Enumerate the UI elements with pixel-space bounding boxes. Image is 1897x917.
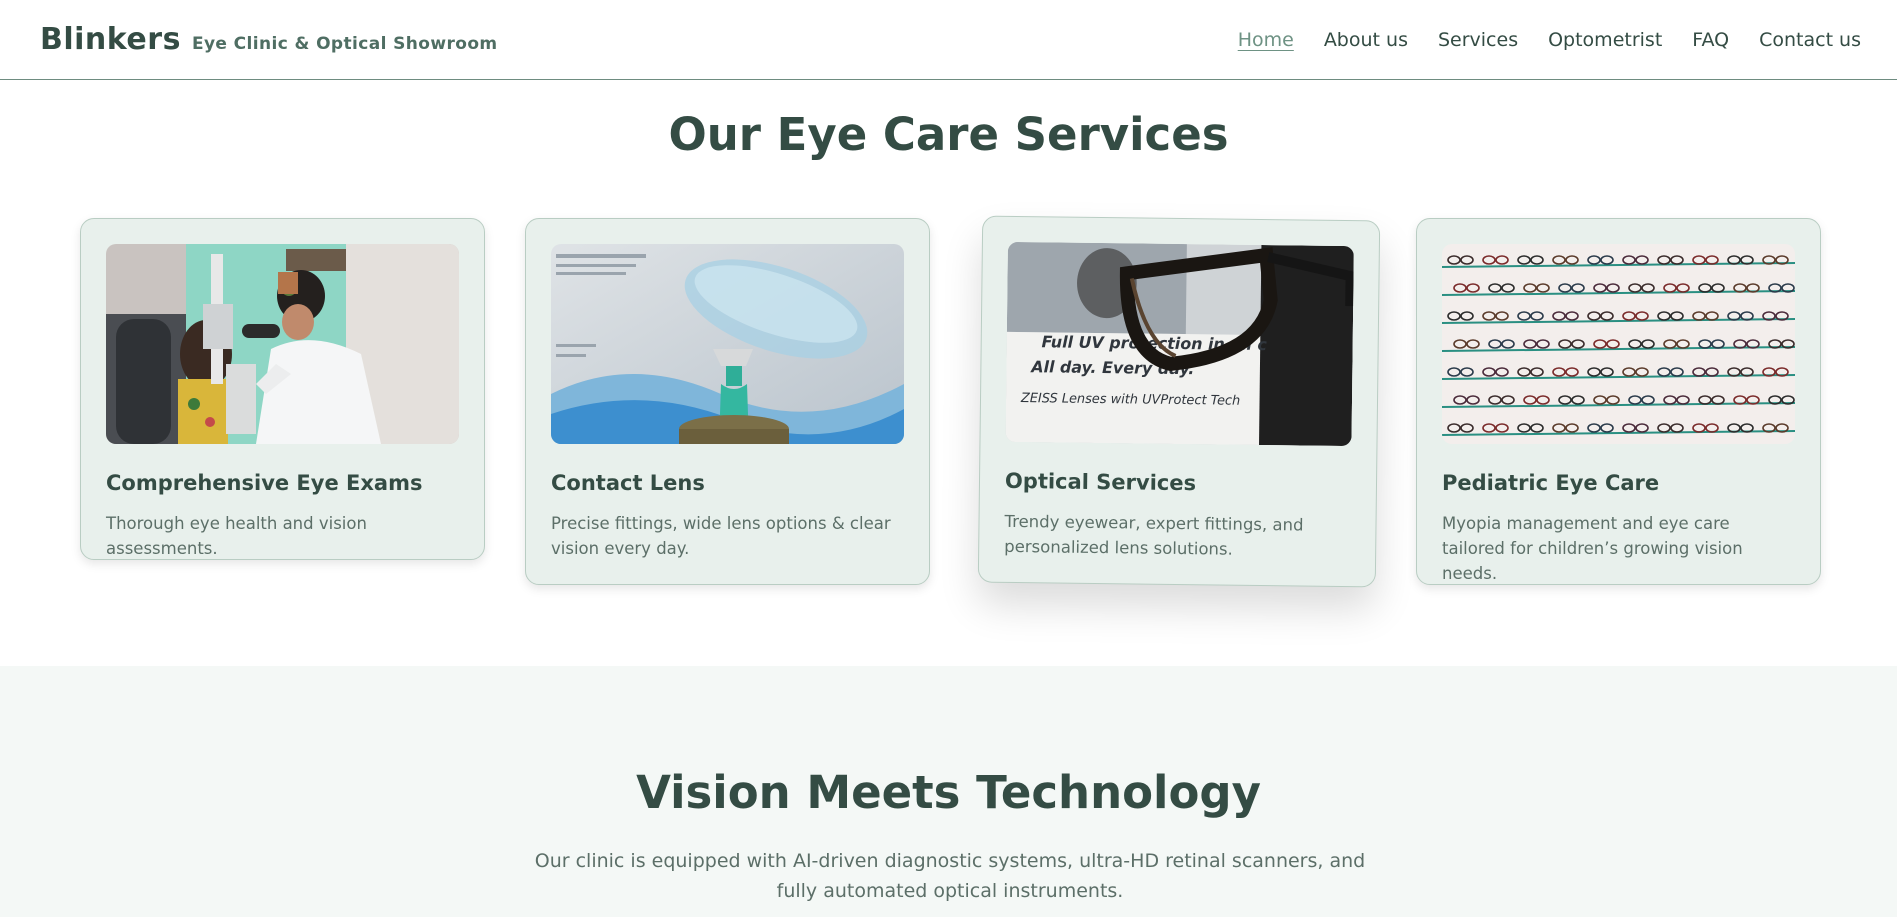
contact-lens-photo bbox=[551, 244, 904, 444]
service-card-pediatric[interactable]: Pediatric Eye Care Myopia management and… bbox=[1416, 218, 1821, 585]
service-card-title: Pediatric Eye Care bbox=[1442, 471, 1660, 495]
main-nav: Home About us Services Optometrist FAQ C… bbox=[1238, 29, 1861, 51]
technology-title: Vision Meets Technology bbox=[636, 766, 1261, 819]
nav-home[interactable]: Home bbox=[1238, 29, 1294, 51]
service-card-optical-services[interactable]: Full UV protection in all c All day. Eve… bbox=[977, 215, 1381, 588]
technology-section: Vision Meets Technology Our clinic is eq… bbox=[0, 666, 1897, 917]
nav-faq[interactable]: FAQ bbox=[1692, 29, 1729, 51]
service-card-text: Precise fittings, wide lens options & cl… bbox=[551, 514, 891, 558]
nav-optometrist[interactable]: Optometrist bbox=[1548, 29, 1662, 51]
service-card-title: Comprehensive Eye Exams bbox=[106, 471, 423, 495]
service-card-text: Myopia management and eye care tailored … bbox=[1442, 514, 1743, 583]
brand-name[interactable]: Blinkers bbox=[40, 22, 181, 57]
brand-tagline: Eye Clinic & Optical Showroom bbox=[191, 34, 498, 54]
service-card-text: Trendy eyewear, expert fittings, and per… bbox=[1004, 511, 1304, 559]
ad-line-3: ZEISS Lenses with UVProtect Tech bbox=[1020, 391, 1240, 409]
service-card-eye-exams[interactable]: Comprehensive Eye Exams Thorough eye hea… bbox=[80, 218, 485, 560]
services-title: Our Eye Care Services bbox=[668, 108, 1229, 161]
service-card-title: Optical Services bbox=[1004, 468, 1197, 496]
eye-exam-photo bbox=[106, 244, 459, 444]
nav-services[interactable]: Services bbox=[1438, 29, 1518, 51]
site-header: Blinkers Eye Clinic & Optical Showroom H… bbox=[0, 0, 1897, 80]
nav-about-us[interactable]: About us bbox=[1324, 29, 1408, 51]
brand[interactable]: Blinkers Eye Clinic & Optical Showroom bbox=[40, 22, 498, 57]
technology-text: Our clinic is equipped with AI-driven di… bbox=[534, 850, 1366, 902]
service-card-title: Contact Lens bbox=[551, 471, 705, 495]
eyeglasses-photo: Full UV protection in all c All day. Eve… bbox=[1005, 241, 1354, 447]
service-card-text: Thorough eye health and vision assessmen… bbox=[106, 514, 367, 558]
service-card-contact-lens[interactable]: Contact Lens Precise fittings, wide lens… bbox=[525, 218, 930, 585]
frames-shelf-photo bbox=[1442, 244, 1795, 444]
nav-contact-us[interactable]: Contact us bbox=[1759, 29, 1861, 51]
